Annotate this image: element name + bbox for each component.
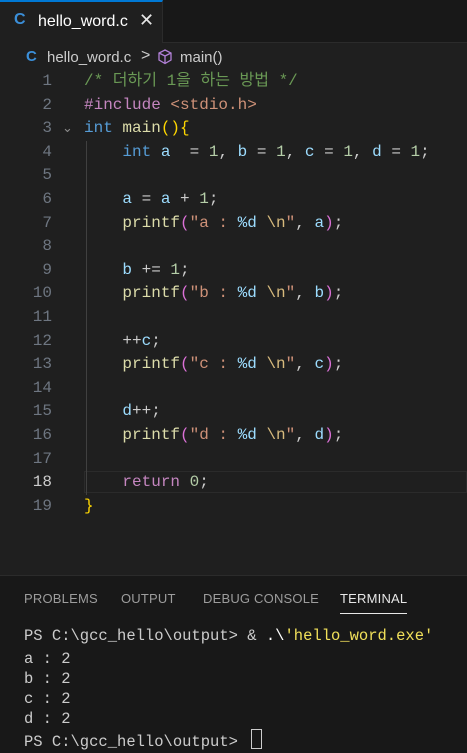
close-icon[interactable]: ✕ xyxy=(139,10,154,31)
line-content: return 0; xyxy=(122,473,209,492)
chevron-right-icon: > xyxy=(141,47,151,64)
line-number: 1 xyxy=(42,72,52,90)
breadcrumb-file[interactable]: hello_word.c xyxy=(47,49,131,66)
code-line: 19 } xyxy=(0,495,467,519)
line-number: 4 xyxy=(42,142,52,161)
code-line: 7 printf("a : %d \n", a); xyxy=(0,211,467,236)
line-content: b += 1; xyxy=(122,260,190,279)
line-number: 3 xyxy=(42,119,52,138)
line-content: printf("d : %d \n", d); xyxy=(122,426,344,444)
code-line: 1 /* 더하기 1을 하는 방법 */ xyxy=(0,70,467,94)
line-number: 16 xyxy=(32,426,52,444)
line-content: ++c; xyxy=(122,331,161,350)
tab-label: hello_word.c xyxy=(38,13,128,30)
code-line: 12 ++c; xyxy=(0,329,467,354)
line-number: 14 xyxy=(32,378,52,397)
terminal-output-line: d : 2 xyxy=(24,710,71,728)
line-content: a = a + 1; xyxy=(122,190,219,208)
line-content: printf("b : %d \n", b); xyxy=(122,284,344,303)
code-line: 10 printf("b : %d \n", b); xyxy=(0,282,467,306)
tab-hello-word[interactable]: C hello_word.c ✕ xyxy=(0,0,163,43)
code-editor[interactable]: 1 /* 더하기 1을 하는 방법 */ 2 #include <stdio.h… xyxy=(0,70,467,530)
c-file-icon: C xyxy=(26,48,37,65)
code-line: 3 ⌄ int main(){ xyxy=(0,117,467,141)
code-line: 16 printf("d : %d \n", d); xyxy=(0,424,467,448)
indent-guide xyxy=(86,306,87,330)
chevron-down-icon[interactable]: ⌄ xyxy=(62,117,73,141)
bottom-panel: PROBLEMS OUTPUT DEBUG CONSOLE TERMINAL P… xyxy=(0,575,467,753)
code-line: 13 printf("c : %d \n", c); xyxy=(0,353,467,377)
code-line: 9 b += 1; xyxy=(0,258,467,283)
line-number: 5 xyxy=(42,166,52,185)
breadcrumb: C hello_word.c > main() xyxy=(0,46,467,70)
terminal-output-line: c : 2 xyxy=(24,690,71,708)
line-content: } xyxy=(84,496,94,515)
terminal-output-line: b : 2 xyxy=(24,670,71,688)
indent-guide xyxy=(86,164,87,188)
line-number: 11 xyxy=(32,308,52,326)
line-content: printf("a : %d \n", a); xyxy=(122,213,344,232)
line-content: printf("c : %d \n", c); xyxy=(122,355,344,374)
line-number: 6 xyxy=(42,190,52,208)
terminal-cursor xyxy=(251,729,263,749)
line-number: 18 xyxy=(32,473,52,492)
breadcrumb-symbol[interactable]: main() xyxy=(180,49,223,66)
terminal-output-line: a : 2 xyxy=(24,650,71,668)
tab-debug-console[interactable]: DEBUG CONSOLE xyxy=(203,591,319,606)
tab-problems[interactable]: PROBLEMS xyxy=(24,591,98,606)
code-line: 5 xyxy=(0,164,467,188)
line-number: 17 xyxy=(32,449,52,468)
indent-guide xyxy=(86,376,87,401)
line-number: 8 xyxy=(42,237,52,256)
code-line: 14 xyxy=(0,376,467,401)
tab-output[interactable]: OUTPUT xyxy=(121,591,176,606)
line-content: #include <stdio.h> xyxy=(84,95,257,114)
indent-guide xyxy=(86,235,87,259)
editor-tab-bar: C hello_word.c ✕ xyxy=(0,0,467,43)
code-line: 4 int a = 1, b = 1, c = 1, d = 1; xyxy=(0,140,467,165)
line-number: 9 xyxy=(42,260,52,279)
line-number: 12 xyxy=(32,331,52,350)
line-number: 7 xyxy=(42,213,52,232)
line-number: 19 xyxy=(32,496,52,515)
line-number: 10 xyxy=(32,284,52,303)
code-line: 15 d++; xyxy=(0,400,467,424)
line-number: 13 xyxy=(32,355,52,374)
terminal-line: PS C:\gcc_hello\output> & .\'hello_word.… xyxy=(24,627,434,645)
line-content: /* 더하기 1을 하는 방법 */ xyxy=(84,72,298,90)
tab-terminal[interactable]: TERMINAL xyxy=(340,591,408,614)
line-content: d++; xyxy=(122,402,161,421)
line-content: int main(){ xyxy=(84,119,190,138)
line-number: 2 xyxy=(42,95,52,114)
code-line: 17 xyxy=(0,447,467,472)
code-line: 2 #include <stdio.h> xyxy=(0,94,467,118)
line-number: 15 xyxy=(32,402,52,421)
c-language-icon: C xyxy=(14,11,26,28)
cube-icon xyxy=(157,49,173,69)
terminal-prompt[interactable]: PS C:\gcc_hello\output> xyxy=(24,729,263,751)
indent-guide xyxy=(86,447,87,472)
code-line: 6 a = a + 1; xyxy=(0,188,467,212)
code-line: 8 xyxy=(0,235,467,259)
line-content: int a = 1, b = 1, c = 1, d = 1; xyxy=(122,142,430,161)
code-line: 11 xyxy=(0,306,467,330)
code-line-current: 18 return 0; xyxy=(0,471,467,495)
